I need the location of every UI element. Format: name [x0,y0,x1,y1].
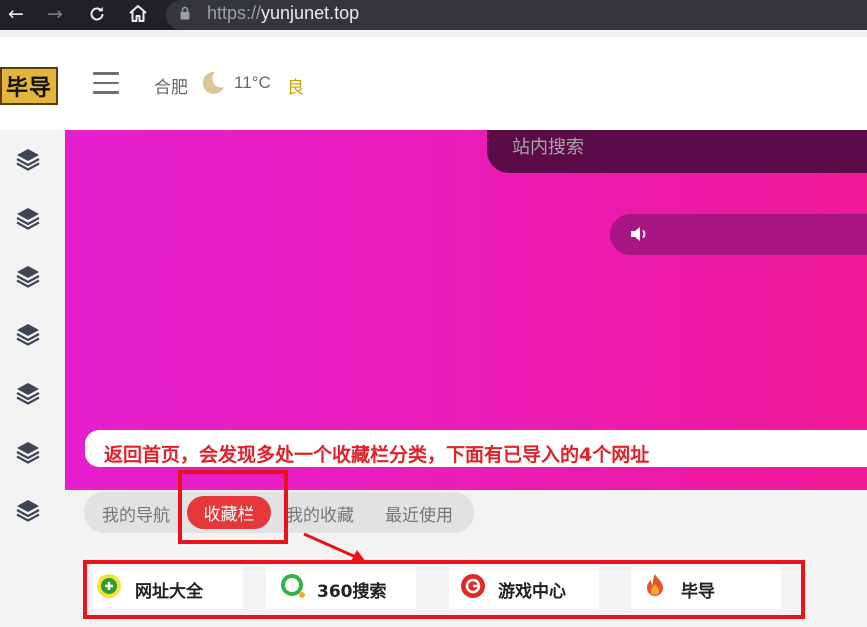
layers-icon[interactable] [15,497,41,523]
layers-icon[interactable] [15,439,41,465]
lock-icon[interactable] [180,6,190,20]
temperature-label: 11°C [234,73,271,92]
back-arrow-icon[interactable]: ← [8,3,24,25]
site-logo[interactable]: 毕导 [0,67,58,105]
search-placeholder: 站内搜索 [512,137,584,158]
site-header [0,37,867,130]
speaker-icon[interactable] [629,225,649,243]
annotation-text: 返回首页，会发现多处一个收藏栏分类，下面有已导入的4个网址 [104,444,650,466]
highlight-box-tab [178,470,288,544]
reload-icon[interactable] [88,5,106,23]
city-label: 合肥 [154,78,188,98]
menu-icon[interactable] [93,72,119,94]
layers-icon[interactable] [15,263,41,289]
highlight-box-bookmarks [83,560,805,619]
tab-my-navigation[interactable]: 我的导航 [102,501,170,526]
layers-icon[interactable] [15,146,41,172]
url-text[interactable]: https://yunjunet.top [207,3,359,24]
url-host: yunjunet.top [261,3,360,23]
layers-icon[interactable] [15,205,41,231]
home-icon[interactable] [128,4,148,23]
browser-toolbar: ← → https://yunjunet.top [0,0,867,30]
layers-icon[interactable] [15,321,41,347]
forward-arrow-icon[interactable]: → [47,3,63,25]
tab-recent[interactable]: 最近使用 [385,501,453,526]
layers-icon[interactable] [15,380,41,406]
air-quality-label: 良 [287,78,304,98]
crescent-moon-icon [202,71,224,94]
tab-my-favorites[interactable]: 我的收藏 [286,501,354,526]
url-scheme: https:// [207,3,262,23]
